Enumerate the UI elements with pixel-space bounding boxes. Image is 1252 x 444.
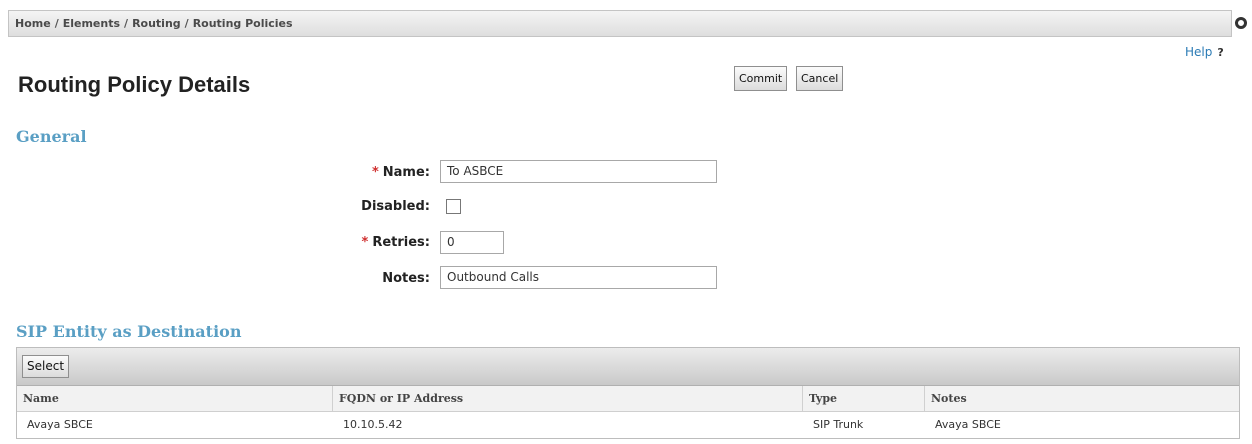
page-title: Routing Policy Details xyxy=(18,72,251,97)
column-header-type[interactable]: Type xyxy=(803,386,925,411)
retries-input[interactable]: 0 xyxy=(440,231,504,254)
required-mark: * xyxy=(361,235,369,250)
breadcrumb-elements[interactable]: Elements xyxy=(63,17,120,30)
breadcrumb-separator: / xyxy=(184,17,189,30)
column-header-name[interactable]: Name xyxy=(17,386,333,411)
retries-label: * Retries: xyxy=(362,235,430,250)
cell-type: SIP Trunk xyxy=(813,418,864,431)
cell-name: Avaya SBCE xyxy=(27,418,93,431)
breadcrumb-routing[interactable]: Routing xyxy=(132,17,181,30)
notes-label: Notes: xyxy=(382,271,430,286)
retries-label-text: Retries: xyxy=(372,235,430,250)
destination-section-title: SIP Entity as Destination xyxy=(16,322,242,341)
breadcrumb-home[interactable]: Home xyxy=(15,17,51,30)
name-label: * Name: xyxy=(372,165,430,180)
name-label-text: Name: xyxy=(382,165,430,180)
table-toolbar: Select xyxy=(17,348,1239,386)
breadcrumb-trail: Home / Elements / Routing / Routing Policies xyxy=(15,17,293,30)
help-link[interactable]: Help? xyxy=(1185,45,1224,59)
help-label[interactable]: Help xyxy=(1185,45,1212,59)
cell-notes: Avaya SBCE xyxy=(935,418,1001,431)
cell-fqdn: 10.10.5.42 xyxy=(343,418,403,431)
column-header-fqdn[interactable]: FQDN or IP Address xyxy=(333,386,803,411)
general-section-title: General xyxy=(16,127,87,146)
table-row[interactable]: Avaya SBCE 10.10.5.42 SIP Trunk Avaya SB… xyxy=(17,412,1239,438)
cancel-button[interactable]: Cancel xyxy=(796,66,844,91)
destination-table: Select Name FQDN or IP Address Type Note… xyxy=(16,347,1240,439)
disabled-label: Disabled: xyxy=(361,199,430,214)
name-input[interactable]: To ASBCE xyxy=(440,160,717,183)
breadcrumb-separator: / xyxy=(54,17,59,30)
settings-icon[interactable] xyxy=(1235,17,1247,29)
disabled-checkbox[interactable] xyxy=(446,199,461,214)
notes-input[interactable]: Outbound Calls xyxy=(440,266,717,289)
breadcrumb-separator: / xyxy=(124,17,129,30)
breadcrumb: Home / Elements / Routing / Routing Policies xyxy=(8,10,1232,37)
column-header-notes[interactable]: Notes xyxy=(925,386,1239,411)
commit-button[interactable]: Commit xyxy=(734,66,788,91)
breadcrumb-routing-policies: Routing Policies xyxy=(192,17,293,30)
select-button[interactable]: Select xyxy=(22,355,70,378)
table-header: Name FQDN or IP Address Type Notes xyxy=(17,386,1239,412)
help-question-icon[interactable]: ? xyxy=(1217,46,1223,59)
required-mark: * xyxy=(371,165,379,180)
